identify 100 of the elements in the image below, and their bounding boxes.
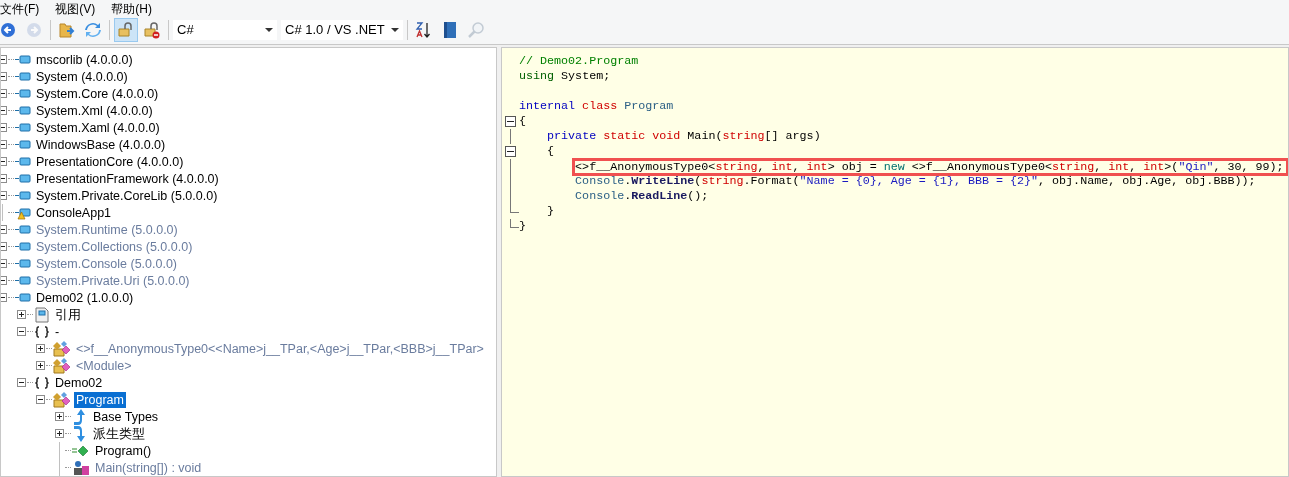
menu-item[interactable]: 文件(F) bbox=[0, 2, 40, 16]
tree-item[interactable]: Demo02 (1.0.0.0) bbox=[34, 289, 136, 306]
assembly-icon bbox=[15, 222, 31, 237]
method-icon bbox=[72, 459, 90, 476]
lock-button[interactable] bbox=[114, 18, 138, 42]
tree-item[interactable]: System.Core (4.0.0.0) bbox=[34, 85, 161, 102]
code-text: internal bbox=[519, 99, 576, 113]
tree-item[interactable]: ConsoleApp1 bbox=[34, 204, 114, 221]
assembly-icon bbox=[15, 256, 31, 271]
code-text: string bbox=[722, 129, 765, 143]
tree-item[interactable]: mscorlib (4.0.0.0) bbox=[34, 51, 135, 68]
assembly-icon bbox=[15, 69, 31, 84]
tree-item[interactable]: PresentationFramework (4.0.0.0) bbox=[34, 170, 221, 187]
code-text: System; bbox=[560, 69, 611, 83]
braces-icon bbox=[34, 324, 50, 339]
assembly-icon bbox=[15, 52, 31, 67]
code-text: int bbox=[806, 159, 828, 174]
assembly-icon bbox=[15, 137, 31, 152]
expand-button[interactable] bbox=[17, 310, 26, 319]
tree-item[interactable]: System.Console (5.0.0.0) bbox=[34, 255, 180, 272]
code-text: Console bbox=[575, 189, 625, 203]
code-text: ( bbox=[694, 174, 702, 188]
folder-icon bbox=[58, 21, 76, 39]
code-text: Console bbox=[575, 174, 625, 188]
code-text: ReadLine bbox=[631, 189, 688, 203]
tree-item[interactable]: System.Private.CoreLib (5.0.0.0) bbox=[34, 187, 220, 204]
tree-item[interactable]: System.Xaml (4.0.0.0) bbox=[34, 119, 162, 136]
code-text: [] args) bbox=[764, 129, 821, 143]
tree-item[interactable]: 派生类型 bbox=[91, 425, 147, 442]
tree-item[interactable]: Program() bbox=[93, 442, 154, 459]
code-text: . bbox=[624, 174, 632, 188]
code-text: Main( bbox=[686, 129, 723, 143]
tree-item[interactable]: <>f__AnonymousType0<<Name>j__TPar,<Age>j__TPar,<BBB>j__TPar> bbox=[74, 340, 486, 357]
code-text: using bbox=[519, 69, 555, 83]
code-text: // Demo02.Program bbox=[519, 54, 639, 68]
code-text: { bbox=[547, 144, 555, 158]
fold-button[interactable] bbox=[505, 116, 516, 127]
assembly-icon bbox=[15, 239, 31, 254]
assembly-icon bbox=[15, 120, 31, 135]
code-text: .Format( bbox=[743, 174, 800, 188]
assembly-icon bbox=[15, 273, 31, 288]
class-icon bbox=[53, 357, 71, 374]
tree-item[interactable]: Demo02 bbox=[53, 374, 105, 391]
code-text: } bbox=[547, 204, 555, 218]
menu-item[interactable]: 视图(V) bbox=[55, 2, 96, 16]
constructor-icon bbox=[72, 443, 90, 458]
code-text: , obj.Name, obj.Age, obj.BBB)); bbox=[1038, 174, 1256, 188]
language-dropdown[interactable]: C# bbox=[173, 20, 277, 40]
code-text: "Name = {0}, Age = {1}, BBB = {2}" bbox=[799, 174, 1039, 188]
code-text: private bbox=[547, 129, 597, 143]
class-icon bbox=[53, 340, 71, 357]
tree-item[interactable]: - bbox=[53, 323, 62, 340]
language-dropdown[interactable]: C# 1.0 / VS .NET bbox=[281, 20, 403, 40]
collapse-button[interactable] bbox=[17, 327, 26, 336]
expand-button[interactable] bbox=[55, 429, 64, 438]
tree-item[interactable]: Program bbox=[74, 391, 126, 408]
expand-button[interactable] bbox=[55, 412, 64, 421]
menu-item[interactable]: 帮助(H) bbox=[111, 2, 152, 16]
code-text: <>f__AnonymousType0< bbox=[910, 159, 1053, 174]
code-text: WriteLine bbox=[631, 174, 695, 188]
code-text: new bbox=[883, 159, 905, 174]
search-icon bbox=[466, 21, 485, 39]
code-text: (); bbox=[687, 189, 709, 203]
code-text: static void bbox=[602, 129, 681, 143]
tree-item[interactable]: <Module> bbox=[74, 357, 134, 374]
assembly-icon bbox=[15, 103, 31, 118]
code-text: int bbox=[1143, 159, 1165, 174]
padlock-icon bbox=[117, 21, 135, 39]
expand-button[interactable] bbox=[36, 361, 45, 370]
tree-item[interactable]: System.Private.Uri (5.0.0.0) bbox=[34, 272, 192, 289]
tree-item[interactable]: Main(string[]) : void bbox=[93, 459, 204, 476]
tree-item[interactable]: System.Xml (4.0.0.0) bbox=[34, 102, 155, 119]
assembly-icon bbox=[15, 86, 31, 101]
code-text: >( bbox=[1164, 159, 1179, 174]
tree-item[interactable]: System (4.0.0.0) bbox=[34, 68, 130, 85]
tree-item[interactable]: Base Types bbox=[91, 408, 161, 425]
warning-assembly-icon bbox=[15, 205, 31, 220]
code-text: } bbox=[519, 219, 526, 233]
code-text: int bbox=[771, 159, 793, 174]
padlock-remove-icon bbox=[143, 21, 161, 39]
collapse-button[interactable] bbox=[17, 378, 26, 387]
assembly-icon bbox=[15, 171, 31, 186]
expand-button[interactable] bbox=[36, 344, 45, 353]
book-icon bbox=[441, 21, 458, 39]
code-text: string bbox=[1052, 159, 1095, 174]
code-text: class bbox=[581, 99, 618, 113]
sort-icon bbox=[414, 21, 433, 39]
tree-item[interactable]: System.Collections (5.0.0.0) bbox=[34, 238, 195, 255]
code-text: > obj = bbox=[827, 159, 878, 174]
code-text: string bbox=[715, 159, 758, 174]
tree-item[interactable]: PresentationCore (4.0.0.0) bbox=[34, 153, 186, 170]
braces-icon bbox=[34, 375, 50, 390]
tree-item[interactable]: 引用 bbox=[53, 306, 83, 323]
code-text: { bbox=[519, 114, 526, 128]
tree-item[interactable]: System.Runtime (5.0.0.0) bbox=[34, 221, 180, 238]
fold-button[interactable] bbox=[505, 146, 516, 157]
code-text: , bbox=[1094, 159, 1103, 174]
tree-item[interactable]: WindowsBase (4.0.0.0) bbox=[34, 136, 168, 153]
collapse-button[interactable] bbox=[36, 395, 45, 404]
code-text: , bbox=[757, 159, 766, 174]
